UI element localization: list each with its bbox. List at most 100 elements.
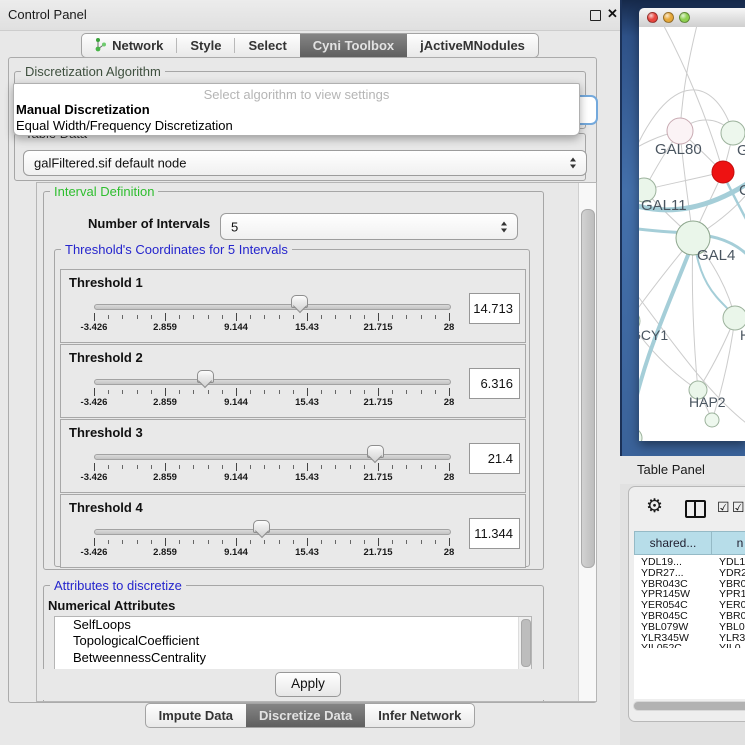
list-item[interactable]: SelfLoops <box>55 617 531 633</box>
gear-icon[interactable]: ⚙ <box>646 496 663 518</box>
tick-mark <box>208 465 209 469</box>
group-title: Discretization Algorithm <box>21 64 165 79</box>
slider-thumb[interactable] <box>291 295 308 308</box>
slider-thumb[interactable] <box>367 445 384 458</box>
tab-select[interactable]: Select <box>235 34 299 57</box>
tab-network[interactable]: Network <box>82 34 176 57</box>
network-canvas[interactable]: GAL80GACGAL11GAL4GCY1HHAP2 <box>639 27 745 441</box>
tab-infer-network[interactable]: Infer Network <box>365 704 474 727</box>
table-row[interactable]: YBL079WYBL0 <box>634 621 745 632</box>
tick-label: 2.859 <box>153 472 177 483</box>
tab-label: Select <box>248 38 286 53</box>
minimize-traffic-light[interactable] <box>663 12 674 23</box>
slider-ticks <box>94 538 450 547</box>
apply-button[interactable]: Apply <box>275 672 341 697</box>
list-scrollbar[interactable] <box>518 617 531 671</box>
threshold-value-field[interactable]: 6.316 <box>469 368 520 399</box>
column-header-name[interactable]: n <box>711 531 745 555</box>
table-row[interactable]: YPR145WYPR1 <box>634 588 745 599</box>
apply-strip: Apply <box>38 669 578 700</box>
slider-track[interactable] <box>94 454 451 460</box>
cell-shared-name[interactable]: YIL052C <box>641 642 682 648</box>
tab-style[interactable]: Style <box>177 34 234 57</box>
tick-mark <box>264 465 265 469</box>
table-row[interactable]: YDR27...YDR2 <box>634 567 745 578</box>
split-view-icon[interactable] <box>685 500 706 518</box>
tick-mark <box>364 465 365 469</box>
table-row[interactable]: YDL19...YDL1 <box>634 556 745 567</box>
tab-impute-data[interactable]: Impute Data <box>146 704 246 727</box>
float-window-icon[interactable] <box>590 10 601 21</box>
tick-mark <box>193 390 194 394</box>
numerical-attributes-list[interactable]: SelfLoopsTopologicalCoefficientBetweenne… <box>54 616 532 672</box>
tick-mark <box>421 540 422 544</box>
table-row[interactable]: YER054CYER0 <box>634 599 745 610</box>
network-node[interactable] <box>705 413 719 427</box>
tick-mark <box>364 390 365 394</box>
tick-label: -3.426 <box>81 397 108 408</box>
tick-label: 2.859 <box>153 547 177 558</box>
slider-track[interactable] <box>94 529 451 535</box>
tick-mark <box>350 390 351 394</box>
table-row[interactable]: YBR045CYBR0 <box>634 610 745 621</box>
slider-ticks <box>94 463 450 472</box>
slider-thumb[interactable] <box>253 520 270 533</box>
table-row[interactable]: YLR345WYLR3 <box>634 632 745 643</box>
tick-mark <box>165 463 166 471</box>
dropdown-item-manual-discretization[interactable]: Manual Discretization <box>14 102 579 118</box>
table-data-combobox[interactable]: galFiltered.sif default node <box>23 150 587 176</box>
network-window-titlebar <box>639 8 745 28</box>
tab-label: Discretize Data <box>259 708 352 723</box>
horizontal-scrollbar[interactable] <box>633 701 745 711</box>
tick-label: 2.859 <box>153 397 177 408</box>
slider-track[interactable] <box>94 379 451 385</box>
threshold-value-field[interactable]: 21.4 <box>469 443 520 474</box>
cell-name[interactable]: YIL0 <box>719 642 741 648</box>
threshold-value-field[interactable]: 14.713 <box>469 293 520 324</box>
number-of-intervals-combobox[interactable]: 5 <box>220 213 518 240</box>
tab-label: Impute Data <box>159 708 233 723</box>
threshold-label: Threshold 4 <box>69 500 143 515</box>
tab-label: Network <box>112 38 163 53</box>
bottom-tab-bar: Impute Data Discretize Data Infer Networ… <box>0 703 620 728</box>
column-header-shared-name[interactable]: shared... <box>634 531 712 555</box>
tick-mark <box>108 540 109 544</box>
tick-label: -3.426 <box>81 322 108 333</box>
zoom-traffic-light[interactable] <box>679 12 690 23</box>
table-panel-card: ⚙ ☑ ☑ shared... n YDL19...YDL1YDR27...YD… <box>628 486 745 722</box>
list-item[interactable]: BetweennessCentrality <box>55 650 531 666</box>
table-row[interactable]: YBR043CYBR0 <box>634 578 745 589</box>
scrollbar-thumb[interactable] <box>634 702 745 710</box>
tick-mark <box>364 315 365 319</box>
list-item[interactable]: TopologicalCoefficient <box>55 633 531 649</box>
tick-mark <box>449 538 450 546</box>
threshold-value-field[interactable]: 11.344 <box>469 518 520 549</box>
dropdown-item-equal-width[interactable]: Equal Width/Frequency Discretization <box>14 118 579 134</box>
tick-mark <box>193 465 194 469</box>
checkbox-icon[interactable]: ☑ <box>717 499 730 516</box>
tab-jactivemnodules[interactable]: jActiveMNodules <box>407 34 538 57</box>
close-icon[interactable]: ✕ <box>607 6 618 22</box>
slider-thumb[interactable] <box>197 370 214 383</box>
slider-ticks <box>94 313 450 322</box>
tick-mark <box>179 315 180 319</box>
tick-mark <box>264 315 265 319</box>
table-row[interactable]: YIL052C YIL0 <box>634 642 745 648</box>
settings-scrollbar[interactable] <box>578 183 596 701</box>
scrollbar-thumb[interactable] <box>521 619 531 667</box>
tick-mark <box>179 390 180 394</box>
close-traffic-light[interactable] <box>647 12 658 23</box>
tab-discretize-data[interactable]: Discretize Data <box>246 704 365 727</box>
tick-label: 9.144 <box>224 397 248 408</box>
slider-track[interactable] <box>94 304 451 310</box>
network-window-frame: GAL80GACGAL11GAL4GCY1HHAP2 <box>620 0 745 456</box>
network-node[interactable] <box>639 428 642 441</box>
scrollbar-thumb[interactable] <box>581 209 595 568</box>
tick-label: -3.426 <box>81 547 108 558</box>
tick-mark <box>122 465 123 469</box>
tab-cyni-toolbox[interactable]: Cyni Toolbox <box>300 34 407 57</box>
tick-mark <box>321 315 322 319</box>
tick-mark <box>406 390 407 394</box>
checkbox-icon[interactable]: ☑ <box>732 499 745 516</box>
network-node[interactable] <box>712 161 734 183</box>
